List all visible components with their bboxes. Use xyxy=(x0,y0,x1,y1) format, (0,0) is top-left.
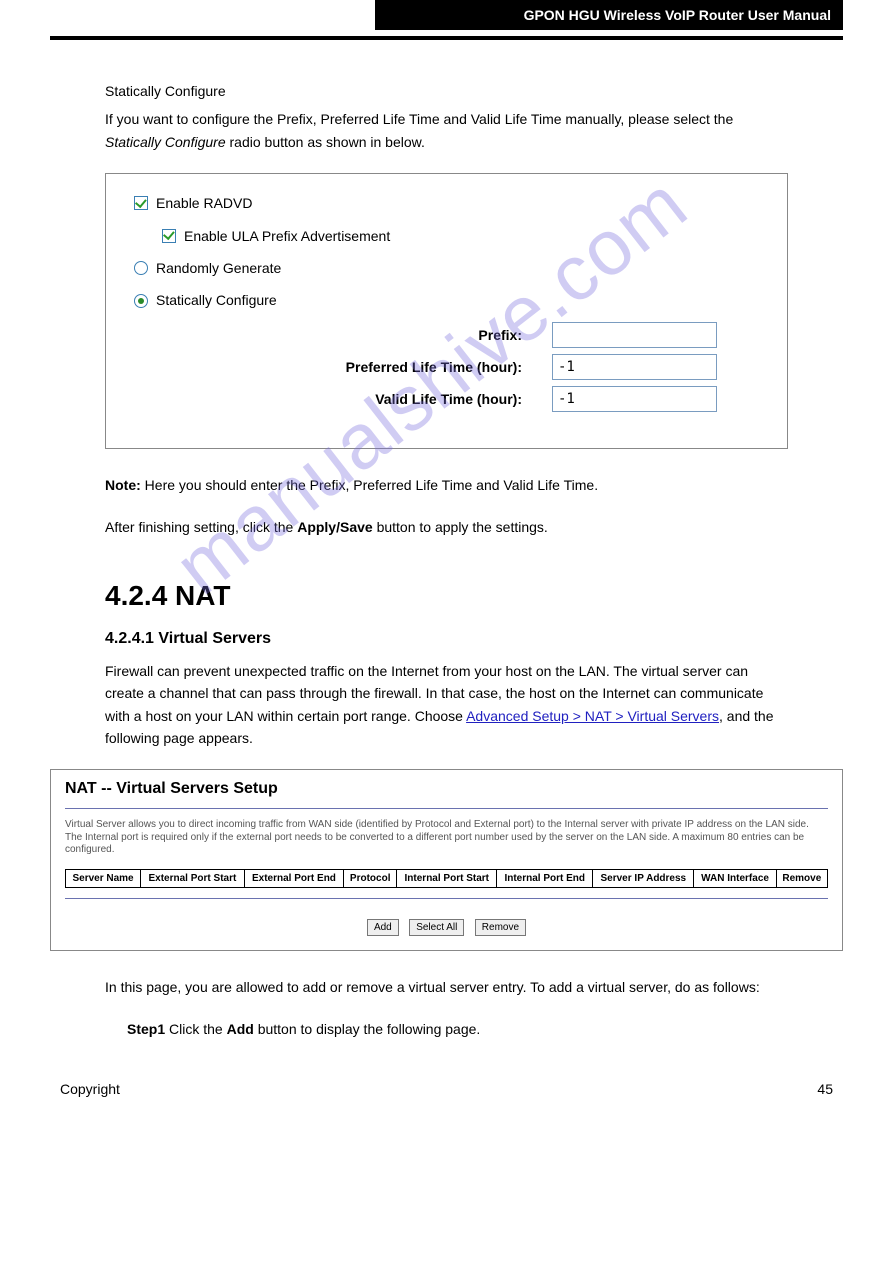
step1-paragraph: Step1 Click the Add button to display th… xyxy=(105,1018,788,1040)
panel-rule-bottom xyxy=(65,898,828,899)
enable-radvd-checkbox[interactable] xyxy=(134,196,148,210)
select-all-button[interactable]: Select All xyxy=(409,919,464,936)
virtual-servers-title: NAT -- Virtual Servers Setup xyxy=(65,780,828,798)
note-prefix: Note: xyxy=(105,477,145,493)
col-ext-port-end: External Port End xyxy=(244,869,343,887)
add-remove-paragraph: In this page, you are allowed to add or … xyxy=(105,976,788,998)
check-icon xyxy=(163,228,175,240)
randomly-label: Randomly Generate xyxy=(156,257,281,279)
col-int-port-end: Internal Port End xyxy=(497,869,593,887)
statically-label: Statically Configure xyxy=(156,289,277,311)
table-header-row: Server Name External Port Start External… xyxy=(66,869,828,887)
remove-button[interactable]: Remove xyxy=(475,919,526,936)
valid-life-input[interactable] xyxy=(552,386,717,412)
col-wan-interface: WAN Interface xyxy=(694,869,776,887)
enable-ula-checkbox[interactable] xyxy=(162,229,176,243)
virtual-servers-desc: Virtual Server allows you to direct inco… xyxy=(65,819,828,857)
nat-intro-link[interactable]: Advanced Setup > NAT > Virtual Servers xyxy=(466,708,719,724)
check-icon xyxy=(135,196,147,208)
para-statically-a: If you want to configure the Prefix, Pre… xyxy=(105,111,733,127)
col-server-name: Server Name xyxy=(66,869,141,887)
col-remove: Remove xyxy=(776,869,827,887)
panel-rule-top xyxy=(65,808,828,809)
radvd-panel: Enable RADVD Enable ULA Prefix Advertise… xyxy=(105,173,788,449)
col-protocol: Protocol xyxy=(344,869,397,887)
header-title: GPON HGU Wireless VoIP Router User Manua… xyxy=(375,0,843,30)
valid-life-label: Valid Life Time (hour): xyxy=(106,388,552,410)
para-statically-c: radio button as shown in below. xyxy=(226,134,425,150)
statically-radio[interactable] xyxy=(134,294,148,308)
heading-nat: 4.2.4 NAT xyxy=(105,574,788,619)
col-ext-port-start: External Port Start xyxy=(141,869,245,887)
footer-page-number: 45 xyxy=(817,1081,833,1097)
prefix-label: Prefix: xyxy=(106,324,552,346)
note-body: Here you should enter the Prefix, Prefer… xyxy=(145,477,598,493)
apply-a: After finishing setting, click the xyxy=(105,519,297,535)
radio-dot-icon xyxy=(138,298,144,304)
virtual-servers-panel: NAT -- Virtual Servers Setup Virtual Ser… xyxy=(50,769,843,951)
apply-c: button to apply the settings. xyxy=(373,519,548,535)
header-rule xyxy=(50,36,843,40)
virtual-servers-table: Server Name External Port Start External… xyxy=(65,869,828,888)
step1-prefix: Step1 xyxy=(127,1021,169,1037)
footer-copyright: Copyright xyxy=(60,1081,120,1097)
col-server-ip: Server IP Address xyxy=(593,869,694,887)
step1-a: Click the xyxy=(169,1021,227,1037)
section-heading-statically: Statically Configure xyxy=(105,80,788,102)
add-button[interactable]: Add xyxy=(367,919,399,936)
apply-paragraph: After finishing setting, click the Apply… xyxy=(105,516,788,538)
randomly-radio[interactable] xyxy=(134,261,148,275)
note-paragraph: Note: Here you should enter the Prefix, … xyxy=(105,474,788,496)
step1-c: button to display the following page. xyxy=(254,1021,481,1037)
col-int-port-start: Internal Port Start xyxy=(397,869,497,887)
enable-radvd-label: Enable RADVD xyxy=(156,192,253,214)
para-statically-intro: If you want to configure the Prefix, Pre… xyxy=(105,108,788,153)
step1-b: Add xyxy=(227,1021,254,1037)
para-statically-b: Statically Configure xyxy=(105,134,226,150)
apply-b: Apply/Save xyxy=(297,519,372,535)
heading-virtual-servers: 4.2.4.1 Virtual Servers xyxy=(105,626,788,652)
preferred-life-label: Preferred Life Time (hour): xyxy=(106,356,552,378)
prefix-input[interactable] xyxy=(552,322,717,348)
enable-ula-label: Enable ULA Prefix Advertisement xyxy=(184,225,390,247)
preferred-life-input[interactable] xyxy=(552,354,717,380)
nat-intro-paragraph: Firewall can prevent unexpected traffic … xyxy=(105,660,788,750)
